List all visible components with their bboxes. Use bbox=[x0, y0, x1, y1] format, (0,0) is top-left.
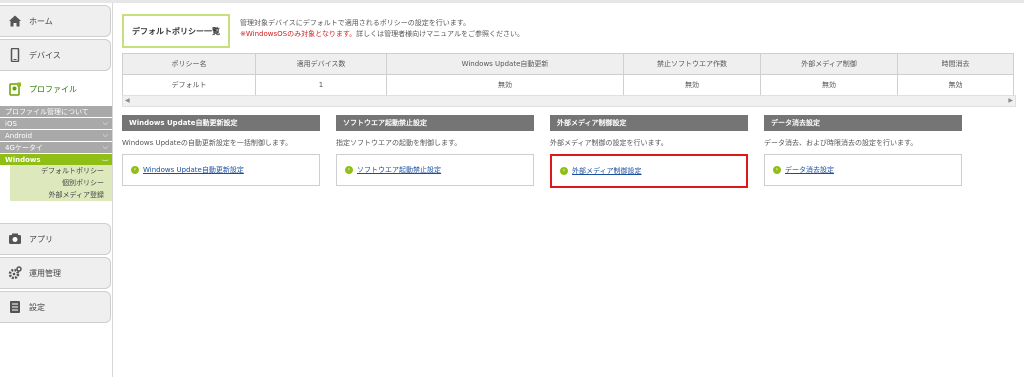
col-policy-name: ポリシー名 bbox=[122, 53, 256, 75]
col-time-erase: 時間消去 bbox=[897, 53, 1014, 75]
cell-time-erase: 無効 bbox=[897, 74, 1014, 96]
desc-warning: ※WindowsOSのみ対象となります。 bbox=[240, 30, 357, 38]
desc-line2-rest: 詳しくは管理者様向けマニュアルをご参照ください。 bbox=[356, 30, 524, 38]
top-border bbox=[0, 0, 1024, 3]
external-media-setting-link[interactable]: 外部メディア制御設定 bbox=[572, 166, 642, 176]
chevron-down-icon: ⌵ bbox=[102, 119, 108, 127]
nav-device[interactable]: デバイス bbox=[0, 39, 111, 71]
nav-app[interactable]: アプリ bbox=[0, 223, 111, 255]
nav-settings[interactable]: 設定 bbox=[0, 291, 111, 323]
card-data-erase: データ消去設定 データ消去、および時限消去の設定を行います。 › データ消去設定 bbox=[764, 115, 962, 186]
card-external-media: 外部メディア制御設定 外部メディア制御の設定を行います。 › 外部メディア制御設… bbox=[550, 115, 748, 188]
arrow-right-icon: › bbox=[131, 166, 139, 174]
card-title: ソフトウエア起動禁止設定 bbox=[336, 115, 534, 131]
nav-home[interactable]: ホーム bbox=[0, 5, 111, 37]
data-erase-setting-link[interactable]: データ消去設定 bbox=[785, 165, 834, 175]
sidebar-item-external-media[interactable]: 外部メディア登録 bbox=[10, 189, 112, 201]
card-title: 外部メディア制御設定 bbox=[550, 115, 748, 131]
arrow-right-icon: › bbox=[345, 166, 353, 174]
card-link-box: › ソフトウエア起動禁止設定 bbox=[336, 154, 534, 186]
nav-profile[interactable]: プロファイル bbox=[0, 73, 111, 105]
sidebar-item-windows[interactable]: Windows ⌴ bbox=[0, 154, 112, 165]
table-header-row: ポリシー名 適用デバイス数 Windows Update自動更新 禁止ソフトウエ… bbox=[122, 53, 1014, 75]
nav-operation-label: 運用管理 bbox=[29, 268, 61, 278]
nav-home-label: ホーム bbox=[29, 16, 53, 26]
desc-line1: 管理対象デバイスにデフォルトで適用されるポリシーの設定を行います。 bbox=[240, 19, 471, 27]
sidebar: ホーム デバイス プロファイル プロファイル管理について iOS ⌵ Androi… bbox=[0, 3, 113, 377]
card-link-box-highlighted: › 外部メディア制御設定 bbox=[550, 154, 748, 188]
card-description: 指定ソフトウエアの起動を制御します。 bbox=[336, 139, 462, 147]
card-description: Windows Updateの自動更新設定を一括制御します。 bbox=[122, 139, 293, 147]
nav-operation[interactable]: 運用管理 bbox=[0, 257, 111, 289]
cell-windows-update: 無効 bbox=[386, 74, 624, 96]
cell-device-count: 1 bbox=[255, 74, 387, 96]
col-prohibited-software: 禁止ソフトウエア作数 bbox=[623, 53, 761, 75]
sidebar-item-ios[interactable]: iOS ⌵ bbox=[0, 118, 112, 129]
gear-icon bbox=[8, 266, 22, 280]
app-icon bbox=[8, 232, 22, 246]
arrow-right-icon: › bbox=[773, 166, 781, 174]
card-description: 外部メディア制御の設定を行います。 bbox=[550, 139, 668, 147]
windows-label: Windows bbox=[5, 155, 41, 164]
scroll-right-icon[interactable]: ▶ bbox=[1008, 97, 1013, 104]
nav-profile-label: プロファイル bbox=[29, 84, 77, 94]
chevron-down-icon: ⌵ bbox=[102, 131, 108, 139]
ios-label: iOS bbox=[5, 119, 17, 128]
chevron-up-icon: ⌴ bbox=[102, 155, 108, 163]
cell-external-media: 無効 bbox=[760, 74, 898, 96]
scroll-left-icon[interactable]: ◀ bbox=[125, 97, 130, 104]
card-link-box: › データ消去設定 bbox=[764, 154, 962, 186]
horizontal-scrollbar[interactable]: ◀ ▶ bbox=[122, 95, 1016, 107]
software-block-setting-link[interactable]: ソフトウエア起動禁止設定 bbox=[357, 165, 441, 175]
card-title: データ消去設定 bbox=[764, 115, 962, 131]
sidebar-item-4g-keitai[interactable]: 4Gケータイ ⌵ bbox=[0, 142, 112, 153]
home-icon bbox=[8, 14, 22, 28]
nav-app-label: アプリ bbox=[29, 234, 53, 244]
android-label: Android bbox=[5, 131, 33, 140]
sidebar-item-profile-about[interactable]: プロファイル管理について bbox=[0, 106, 112, 117]
col-device-count: 適用デバイス数 bbox=[255, 53, 387, 75]
cell-policy-name[interactable]: デフォルト bbox=[122, 74, 256, 96]
table-row[interactable]: デフォルト 1 無効 無効 無効 無効 bbox=[122, 74, 1014, 96]
profile-about-label: プロファイル管理について bbox=[5, 107, 89, 116]
page-description: 管理対象デバイスにデフォルトで適用されるポリシーの設定を行います。 ※Windo… bbox=[240, 18, 524, 40]
policy-table: ポリシー名 適用デバイス数 Windows Update自動更新 禁止ソフトウエ… bbox=[122, 53, 1014, 96]
cell-prohibited-software: 無効 bbox=[623, 74, 761, 96]
card-software-block: ソフトウエア起動禁止設定 指定ソフトウエアの起動を制御します。 › ソフトウエア… bbox=[336, 115, 534, 186]
smartphone-icon bbox=[8, 48, 22, 62]
page-title: デフォルトポリシー一覧 bbox=[122, 14, 230, 48]
sidebar-item-android[interactable]: Android ⌵ bbox=[0, 130, 112, 141]
settings-list-icon bbox=[8, 300, 22, 314]
col-external-media: 外部メディア制御 bbox=[760, 53, 898, 75]
profile-icon bbox=[8, 82, 22, 96]
windows-update-setting-link[interactable]: Windows Update自動更新設定 bbox=[143, 165, 244, 175]
card-link-box: › Windows Update自動更新設定 bbox=[122, 154, 320, 186]
keitai-label: 4Gケータイ bbox=[5, 143, 43, 152]
sidebar-item-individual-policy[interactable]: 個別ポリシー bbox=[10, 177, 112, 189]
card-title: Windows Update自動更新設定 bbox=[122, 115, 320, 131]
sidebar-item-default-policy[interactable]: デフォルトポリシー bbox=[10, 165, 112, 177]
windows-sub-list: デフォルトポリシー 個別ポリシー 外部メディア登録 bbox=[10, 165, 112, 201]
card-description: データ消去、および時限消去の設定を行います。 bbox=[764, 139, 918, 147]
card-windows-update: Windows Update自動更新設定 Windows Updateの自動更新… bbox=[122, 115, 320, 186]
arrow-right-icon: › bbox=[560, 167, 568, 175]
desc-line2: ※WindowsOSのみ対象となります。詳しくは管理者様向けマニュアルをご参照く… bbox=[240, 29, 524, 40]
nav-device-label: デバイス bbox=[29, 50, 61, 60]
nav-settings-label: 設定 bbox=[29, 302, 45, 312]
chevron-down-icon: ⌵ bbox=[102, 143, 108, 151]
col-windows-update: Windows Update自動更新 bbox=[386, 53, 624, 75]
